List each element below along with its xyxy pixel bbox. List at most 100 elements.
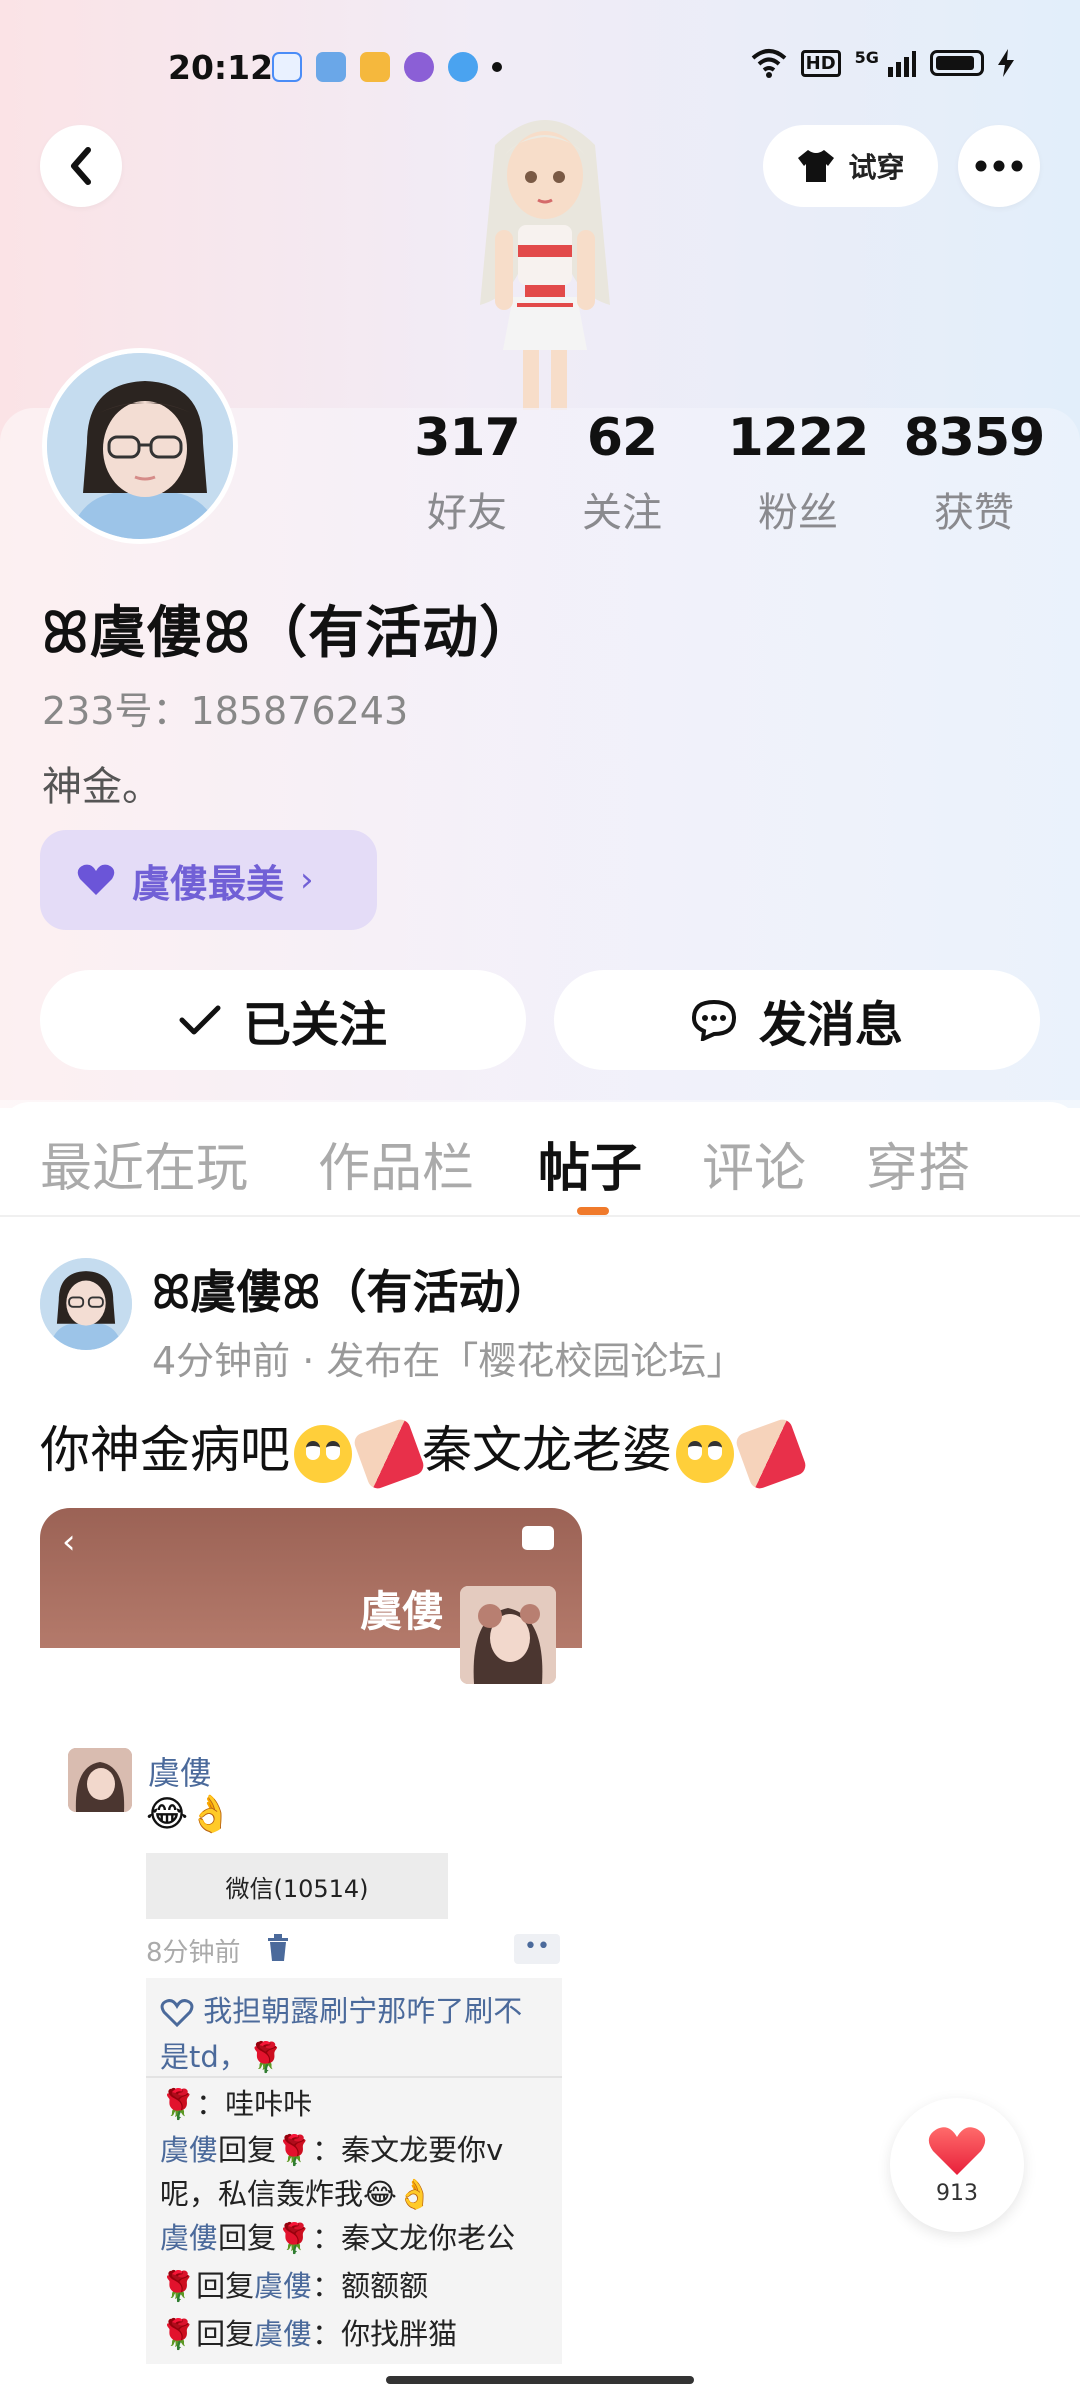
comment-wechat-box: 微信(10514) xyxy=(146,1853,448,1919)
try-on-label: 试穿 xyxy=(848,151,905,184)
more-options-button[interactable] xyxy=(958,125,1040,207)
wifi-icon xyxy=(751,49,786,78)
charging-icon xyxy=(998,49,1014,77)
profile-bio: 神金。 xyxy=(42,764,162,810)
stat-likes[interactable]: 8359 获赞 xyxy=(902,408,1046,538)
stat-label: 粉丝 xyxy=(758,490,838,536)
stat-fans[interactable]: 1222 粉丝 xyxy=(726,408,870,538)
more-notifications-dot xyxy=(492,62,502,72)
network-type: 5G xyxy=(854,48,879,67)
status-time: 20:12 xyxy=(168,48,274,87)
stat-value: 62 xyxy=(586,408,658,468)
reply-text: ：哇咔咔 xyxy=(196,2087,313,2121)
post-text: 你神金病吧 秦文龙老婆 xyxy=(40,1410,809,1491)
tab-comments[interactable]: 评论 xyxy=(702,1126,806,1201)
like-line-text: 我担朝露刷宁那咋了刷不是td，🌹 xyxy=(160,1994,523,2074)
active-tab-indicator xyxy=(577,1207,609,1215)
reply-word: 回复 xyxy=(196,2317,255,2351)
tshirt-icon xyxy=(798,150,835,182)
stat-label: 关注 xyxy=(582,490,662,536)
reply-to: 虞僂 xyxy=(254,2317,313,2351)
heart-outline-icon xyxy=(160,1999,194,2028)
comment-emojis: 😂👌 xyxy=(146,1794,233,1835)
post-author-name[interactable]: ꕤ虞僂ꕤ（有活动） xyxy=(152,1256,551,1322)
app-icon xyxy=(360,52,390,82)
tab-posts[interactable]: 帖子 xyxy=(538,1126,642,1201)
screenshot-avatar xyxy=(460,1586,556,1684)
screenshot-back-icon: ‹ xyxy=(62,1522,76,1562)
reply-from: 🌹 xyxy=(160,2317,197,2351)
check-icon xyxy=(179,1005,221,1035)
profile-tag-button[interactable]: 虞僂最美 › xyxy=(40,830,377,930)
3d-avatar-character[interactable] xyxy=(425,105,665,410)
back-button[interactable] xyxy=(40,125,122,207)
tab-outfits[interactable]: 穿搭 xyxy=(866,1126,970,1201)
reply-item: 🌹：哇咔咔 xyxy=(160,2082,550,2126)
nail-polish-emoji-icon xyxy=(733,1416,809,1491)
reply-word: 回复 xyxy=(218,2221,277,2255)
post-text-part: 秦文龙老婆 xyxy=(422,1421,672,1479)
heart-icon xyxy=(928,2126,986,2175)
reply-text: ：你找胖猫 xyxy=(312,2317,458,2351)
comment-like-line: 我担朝露刷宁那咋了刷不是td，🌹 xyxy=(160,1988,550,2080)
camera-app-icon xyxy=(404,52,434,82)
home-indicator[interactable] xyxy=(386,2376,694,2384)
reply-to: 虞僂 xyxy=(254,2269,313,2303)
more-dots-icon xyxy=(975,160,1023,172)
post-author-avatar[interactable] xyxy=(40,1258,132,1350)
hd-icon: HD xyxy=(800,49,841,77)
reply-to: 🌹 xyxy=(276,2133,313,2167)
profile-nickname: ꕤ虞僂ꕤ（有活动） xyxy=(42,601,537,666)
send-message-button[interactable]: 发消息 xyxy=(554,970,1040,1070)
baby-app-icon xyxy=(448,52,478,82)
reply-item: 虞僂回复🌹：秦文龙你老公 xyxy=(160,2216,550,2260)
stat-label: 好友 xyxy=(427,490,507,536)
reply-word: 回复 xyxy=(196,2269,255,2303)
chat-bubble-icon xyxy=(691,999,736,1041)
comment-time: 8分钟前 xyxy=(146,1938,241,1968)
comment-avatar-photo xyxy=(68,1748,132,1812)
like-button[interactable]: 913 xyxy=(890,2098,1024,2232)
avatar-character-illustration xyxy=(480,120,610,410)
stat-value: 1222 xyxy=(727,408,870,468)
reply-text: ：秦文龙你老公 xyxy=(312,2221,516,2255)
screenshot-profile-name: 虞僂 xyxy=(360,1587,445,1636)
chevron-right-icon: › xyxy=(300,860,314,900)
search-app-icon xyxy=(272,52,302,82)
nail-polish-emoji-icon xyxy=(351,1416,427,1491)
send-message-label: 发消息 xyxy=(758,997,903,1053)
screenshot-avatar-photo xyxy=(460,1586,556,1684)
notification-icons xyxy=(272,52,502,82)
profile-tag-label: 虞僂最美 xyxy=(132,861,285,906)
post-meta: 4分钟前 · 发布在「樱花校园论坛」 xyxy=(152,1339,745,1383)
game-icon xyxy=(316,52,346,82)
reply-from: 🌹 xyxy=(160,2087,197,2121)
system-icons: HD 5G xyxy=(751,48,1014,78)
tab-works[interactable]: 作品栏 xyxy=(318,1126,474,1201)
profile-id[interactable]: 233号：185876243 xyxy=(42,680,408,735)
reply-from: 虞僂 xyxy=(160,2133,219,2167)
reply-from: 虞僂 xyxy=(160,2221,219,2255)
battery-icon xyxy=(930,50,984,76)
try-on-button[interactable]: 试穿 xyxy=(763,125,938,207)
reply-text: ：额额额 xyxy=(312,2269,429,2303)
post-text-part: 你神金病吧 xyxy=(40,1421,290,1479)
reply-from: 🌹 xyxy=(160,2269,197,2303)
followed-label: 已关注 xyxy=(242,997,387,1053)
followed-button[interactable]: 已关注 xyxy=(40,970,526,1070)
reply-item: 🌹回复虞僂：额额额 xyxy=(160,2264,550,2308)
trash-icon xyxy=(266,1934,290,1966)
reply-word: 回复 xyxy=(218,2133,277,2167)
comment-avatar xyxy=(68,1748,132,1812)
reply-item: 🌹回复虞僂：你找胖猫 xyxy=(160,2312,550,2356)
stat-friends[interactable]: 317 好友 xyxy=(412,408,522,538)
chevron-left-icon xyxy=(71,147,91,185)
eye-roll-emoji-icon xyxy=(294,1424,352,1483)
stat-following[interactable]: 62 关注 xyxy=(567,408,677,538)
reply-item: 虞僂回复🌹：秦文龙要你v呢，私信轰炸我😂👌 xyxy=(160,2128,550,2216)
tab-recently-played[interactable]: 最近在玩 xyxy=(40,1126,248,1201)
reply-to: 🌹 xyxy=(276,2221,313,2255)
stat-label: 获赞 xyxy=(934,490,1014,536)
screenshot-camera-icon xyxy=(522,1526,554,1550)
stat-value: 8359 xyxy=(903,408,1046,468)
